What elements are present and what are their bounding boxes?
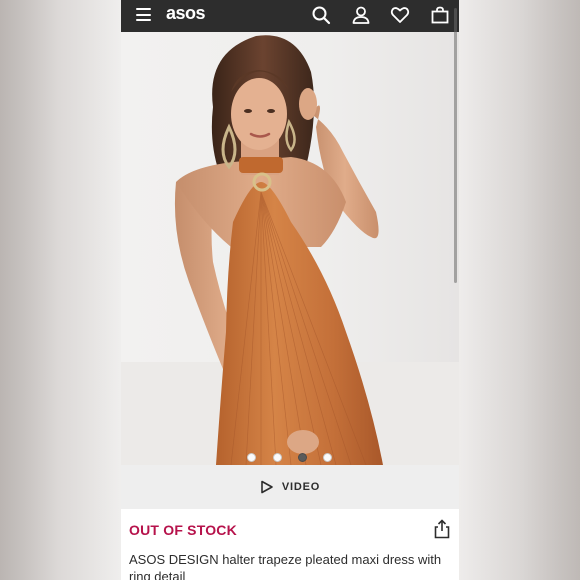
wishlist-heart-icon[interactable] [390,5,410,25]
product-name: ASOS DESIGN halter trapeze pleated maxi … [129,552,442,580]
gallery-dot-1[interactable] [247,453,256,462]
gallery-pagination [121,450,459,464]
scroll-indicator[interactable] [454,8,457,283]
backdrop-left [0,0,121,580]
product-photo [121,32,459,465]
top-navigation-bar: asos [121,0,459,32]
share-icon[interactable] [433,519,451,539]
account-icon[interactable] [351,5,371,25]
play-icon [261,480,273,494]
video-button[interactable]: VIDEO [121,465,459,509]
asos-logo[interactable]: asos [166,3,206,24]
bag-icon[interactable] [430,5,450,25]
gallery-dot-4[interactable] [323,453,332,462]
phone-screen: asos VIDEO OUT OF STOCK ASOS DESIGN halt… [121,0,459,580]
video-label: VIDEO [281,481,321,493]
gallery-dot-2[interactable] [273,453,282,462]
backdrop-right [459,0,580,580]
product-image-gallery[interactable] [121,32,459,465]
menu-icon[interactable] [136,8,151,21]
stock-status: OUT OF STOCK [129,522,237,538]
gallery-dot-3-active[interactable] [298,453,307,462]
search-icon[interactable] [311,5,331,25]
